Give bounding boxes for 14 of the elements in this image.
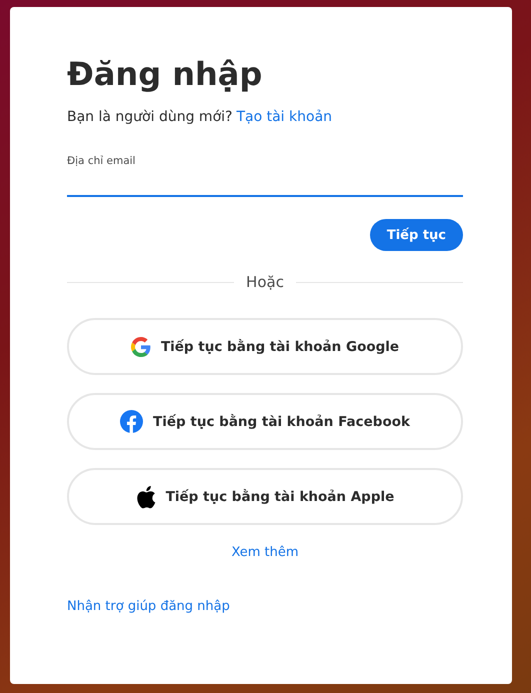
continue-button[interactable]: Tiếp tục <box>370 219 463 251</box>
email-label: Địa chỉ email <box>67 155 136 167</box>
divider-text: Hoặc <box>246 273 284 291</box>
help-link[interactable]: Nhận trợ giúp đăng nhập <box>67 599 230 614</box>
more-link[interactable]: Xem thêm <box>231 545 299 560</box>
create-account-link[interactable]: Tạo tài khoản <box>236 109 332 125</box>
page-title: Đăng nhập <box>67 54 264 95</box>
google-icon <box>130 336 151 356</box>
apple-signin-button[interactable]: Tiếp tục bằng tài khoản Apple <box>67 468 463 525</box>
signup-prompt: Bạn là người dùng mới? <box>67 109 232 125</box>
google-signin-button[interactable]: Tiếp tục bằng tài khoản Google <box>67 318 463 375</box>
facebook-icon <box>120 410 144 433</box>
facebook-signin-button[interactable]: Tiếp tục bằng tài khoản Facebook <box>67 393 463 450</box>
apple-icon <box>136 484 156 508</box>
